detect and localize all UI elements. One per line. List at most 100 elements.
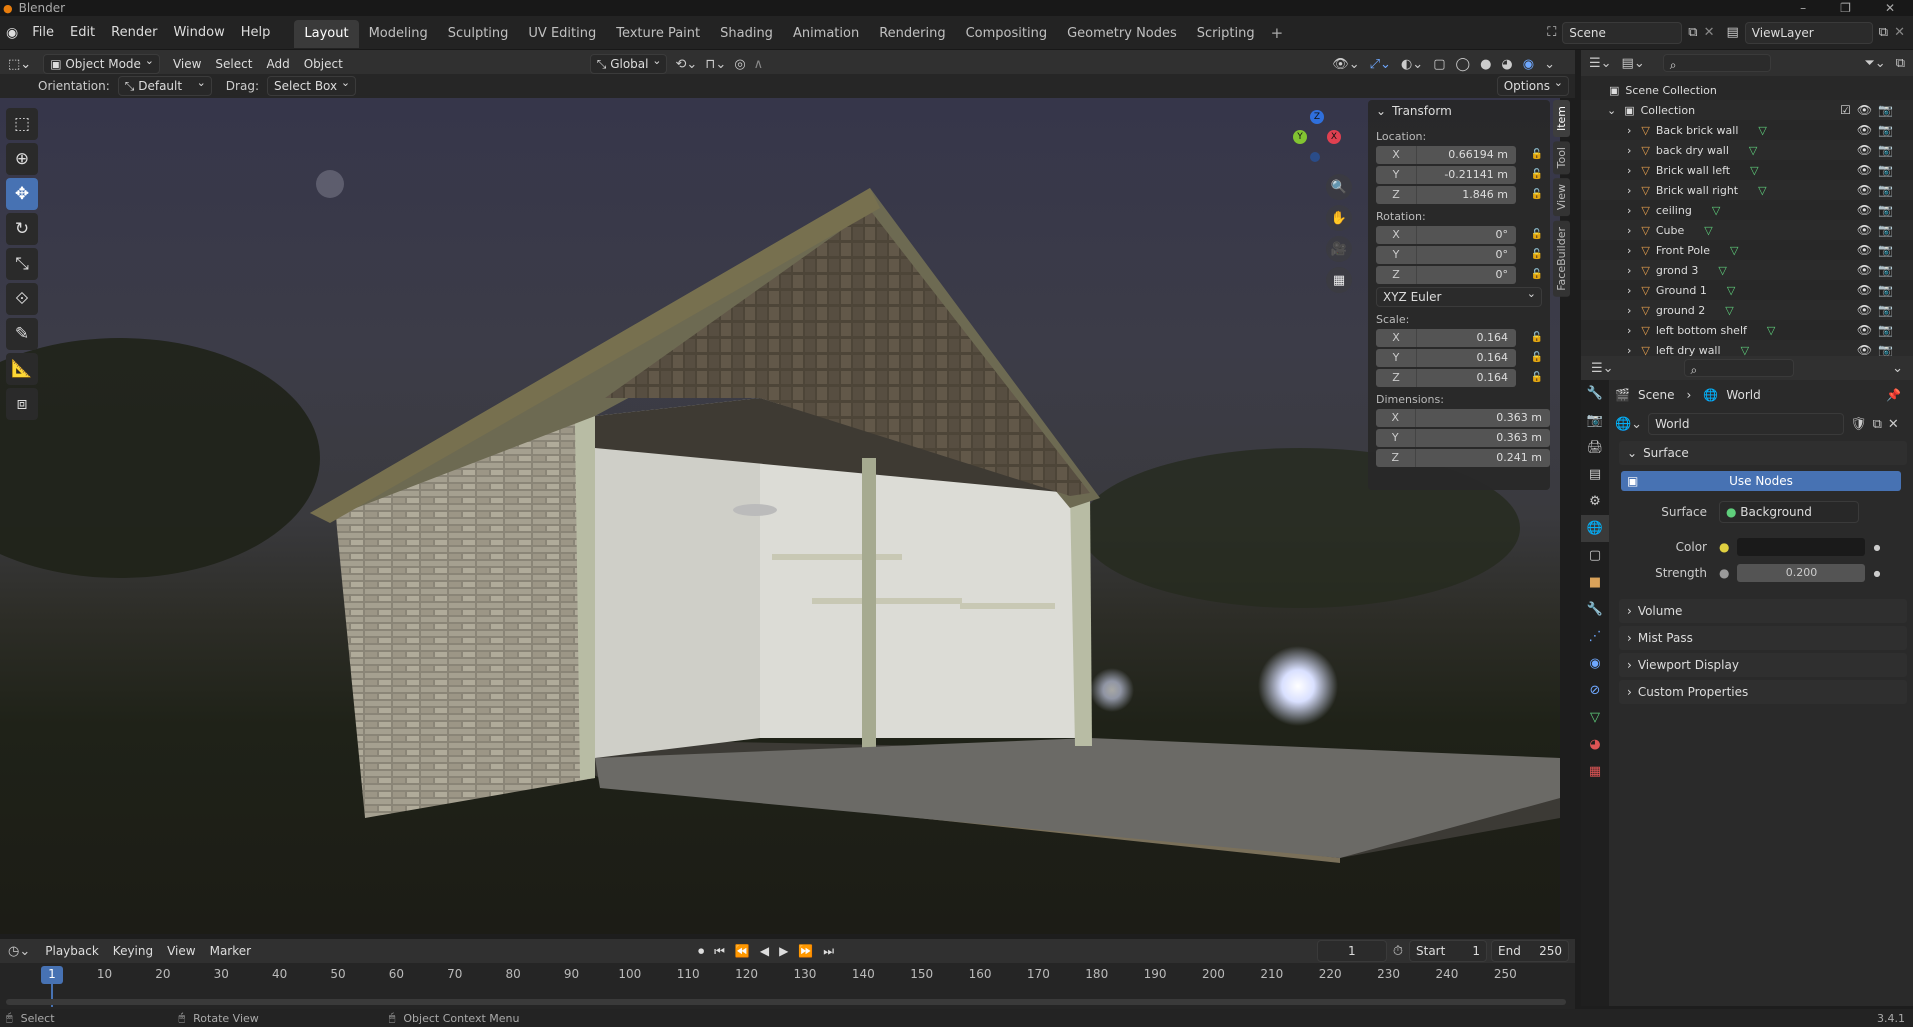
lock-icon[interactable]: 🔓 (1528, 352, 1546, 363)
orientation-dropdown[interactable]: ⤡ Default (117, 74, 212, 96)
tab-sculpting[interactable]: Sculpting (438, 20, 519, 48)
timeline-view-menu[interactable]: View (160, 939, 202, 963)
marker-menu[interactable]: Marker (203, 939, 258, 963)
jump-start-icon[interactable]: ⏮ (714, 944, 725, 959)
rotation-mode-dropdown[interactable]: XYZ Euler (1376, 285, 1542, 307)
world-browse-icon[interactable]: 🌐⌄ (1615, 417, 1642, 432)
jump-end-icon[interactable]: ⏭ (823, 944, 834, 959)
output-tab-icon[interactable]: 🖨 (1581, 434, 1609, 461)
scene-collection-row[interactable]: ▣ Scene Collection (1581, 80, 1913, 100)
expand-icon[interactable]: › (1627, 184, 1631, 197)
keyframe-dot-icon[interactable]: ● (1873, 543, 1880, 552)
breadcrumb-scene[interactable]: Scene (1638, 388, 1675, 402)
world-tab-icon[interactable]: 🌐 (1581, 515, 1609, 542)
list-item[interactable]: › ▽ Front Pole ▽ 👁📷 (1581, 240, 1913, 260)
tab-animation[interactable]: Animation (783, 20, 869, 48)
constraints-tab-icon[interactable]: ⊘ (1581, 677, 1609, 704)
scale-y-field[interactable]: 0.164 (1416, 348, 1516, 367)
ortho-grid-icon[interactable]: ▦ (1326, 267, 1352, 293)
expand-icon[interactable]: › (1627, 304, 1631, 317)
row-visibility-icons[interactable]: 👁📷 (1857, 323, 1899, 337)
y-axis-icon[interactable]: Y (1293, 130, 1307, 144)
surface-panel-header[interactable]: ⌄ Surface (1619, 441, 1907, 465)
menu-file[interactable]: File (24, 16, 62, 50)
keying-menu[interactable]: Keying (106, 939, 160, 963)
filter-icon[interactable]: ⏷⌄ (1864, 56, 1885, 71)
list-item[interactable]: › ▽ Brick wall right ▽ 👁📷 (1581, 180, 1913, 200)
row-visibility-icons[interactable]: 👁📷 (1857, 163, 1899, 177)
lock-icon[interactable]: 🔓 (1528, 169, 1546, 180)
tab-tool[interactable]: Tool (1553, 141, 1570, 175)
location-z-field[interactable]: 1.846 m (1416, 185, 1516, 204)
delete-view-layer-icon[interactable]: ✕ (1894, 25, 1905, 40)
gizmo-toggle-icon[interactable]: ⤢⌄ (1370, 57, 1391, 72)
tab-facebuilder[interactable]: FaceBuilder (1553, 220, 1570, 297)
close-icon[interactable]: ✕ (1885, 1, 1895, 15)
object-tab-icon[interactable]: ■ (1581, 569, 1609, 596)
maximize-icon[interactable]: ❐ (1840, 1, 1851, 15)
rotate-icon[interactable]: ↻ (6, 213, 38, 245)
list-item[interactable]: › ▽ Brick wall left ▽ 👁📷 (1581, 160, 1913, 180)
expand-icon[interactable]: › (1627, 264, 1631, 277)
expand-icon[interactable]: › (1627, 204, 1631, 217)
timeline[interactable]: 1 10 20 30 40 50 60 70 80 90 100 110 120 130 140 150 160… (0, 963, 1575, 1009)
use-nodes-button[interactable]: ▣ Use Nodes (1621, 471, 1901, 491)
dimension-z-field[interactable]: 0.241 m (1414, 448, 1550, 467)
outliner-editor-icon[interactable]: ☰⌄ (1589, 56, 1612, 71)
location-y-field[interactable]: -0.21141 m (1416, 165, 1516, 184)
tab-compositing[interactable]: Compositing (956, 20, 1058, 48)
custom-properties-panel-header[interactable]: › Custom Properties (1619, 680, 1907, 704)
surface-shader-field[interactable]: ● Background (1719, 501, 1859, 523)
tab-item[interactable]: Item (1553, 100, 1570, 138)
tab-geometry-nodes[interactable]: Geometry Nodes (1057, 20, 1187, 48)
options-dropdown[interactable]: Options (1496, 74, 1569, 96)
list-item[interactable]: › ▽ ground 2 ▽ 👁📷 (1581, 300, 1913, 320)
lock-icon[interactable]: 🔓 (1528, 372, 1546, 383)
play-icon[interactable]: ▶ (779, 944, 788, 959)
row-visibility-icons[interactable]: ☑👁📷 (1840, 103, 1899, 117)
overlay-toggle-icon[interactable]: ◐⌄ (1401, 57, 1423, 72)
annotate-icon[interactable]: ✎ (6, 318, 38, 350)
record-icon[interactable]: ⏺ (698, 944, 704, 959)
end-frame-field[interactable]: End 250 (1491, 940, 1569, 962)
wireframe-shading-icon[interactable]: ◯ (1456, 57, 1471, 72)
menu-window[interactable]: Window (165, 16, 232, 50)
row-visibility-icons[interactable]: 👁📷 (1857, 263, 1899, 277)
properties-editor-icon[interactable]: ☰⌄ (1591, 361, 1614, 376)
list-item[interactable]: › ▽ Cube ▽ 👁📷 (1581, 220, 1913, 240)
volume-panel-header[interactable]: › Volume (1619, 599, 1907, 623)
new-scene-icon[interactable]: ⧉ (1688, 25, 1697, 40)
dimension-y-field[interactable]: 0.363 m (1414, 428, 1550, 447)
tab-layout[interactable]: Layout (294, 20, 359, 48)
view-layer-selector[interactable]: ViewLayer (1744, 21, 1873, 44)
camera-view-icon[interactable]: 🎥 (1326, 236, 1352, 262)
mode-selector[interactable]: ▣ Object Mode (43, 52, 160, 74)
new-collection-icon[interactable]: ⧉ (1896, 56, 1905, 71)
options-chevron-icon[interactable]: ⌄ (1892, 361, 1903, 376)
clock-icon[interactable]: ⏱ (1393, 944, 1403, 959)
tab-modeling[interactable]: Modeling (359, 20, 438, 48)
transform-orientation[interactable]: ⤡ Global (589, 52, 668, 74)
delete-scene-icon[interactable]: ✕ (1704, 25, 1715, 40)
row-visibility-icons[interactable]: 👁📷 (1857, 223, 1899, 237)
tab-rendering[interactable]: Rendering (869, 20, 955, 48)
list-item[interactable]: › ▽ ceiling ▽ 👁📷 (1581, 200, 1913, 220)
duplicate-icon[interactable]: ⧉ (1873, 417, 1882, 432)
list-item[interactable]: › ▽ Ground 1 ▽ 👁📷 (1581, 280, 1913, 300)
tab-view[interactable]: View (1553, 178, 1570, 217)
keyframe-dot-icon[interactable]: ● (1873, 569, 1880, 578)
snap-icon[interactable]: ⊓⌄ (705, 57, 726, 72)
row-visibility-icons[interactable]: 👁📷 (1857, 283, 1899, 297)
lock-icon[interactable]: 🔓 (1528, 269, 1546, 280)
rotation-x-field[interactable]: 0° (1416, 225, 1516, 244)
shading-options-icon[interactable]: ⌄ (1544, 57, 1555, 72)
collection-tab-icon[interactable]: ▢ (1581, 542, 1609, 569)
scene-selector[interactable]: Scene (1562, 21, 1683, 44)
expand-icon[interactable]: › (1627, 344, 1631, 357)
view-layer-tab-icon[interactable]: ▤ (1581, 461, 1609, 488)
row-visibility-icons[interactable]: 👁📷 (1857, 203, 1899, 217)
select-box-icon[interactable]: ⬚ (6, 108, 38, 140)
scene-icon[interactable]: ⛶ (1547, 25, 1556, 40)
outliner-search-input[interactable]: ⌕ (1662, 54, 1771, 72)
measure-icon[interactable]: 📐 (6, 353, 38, 385)
